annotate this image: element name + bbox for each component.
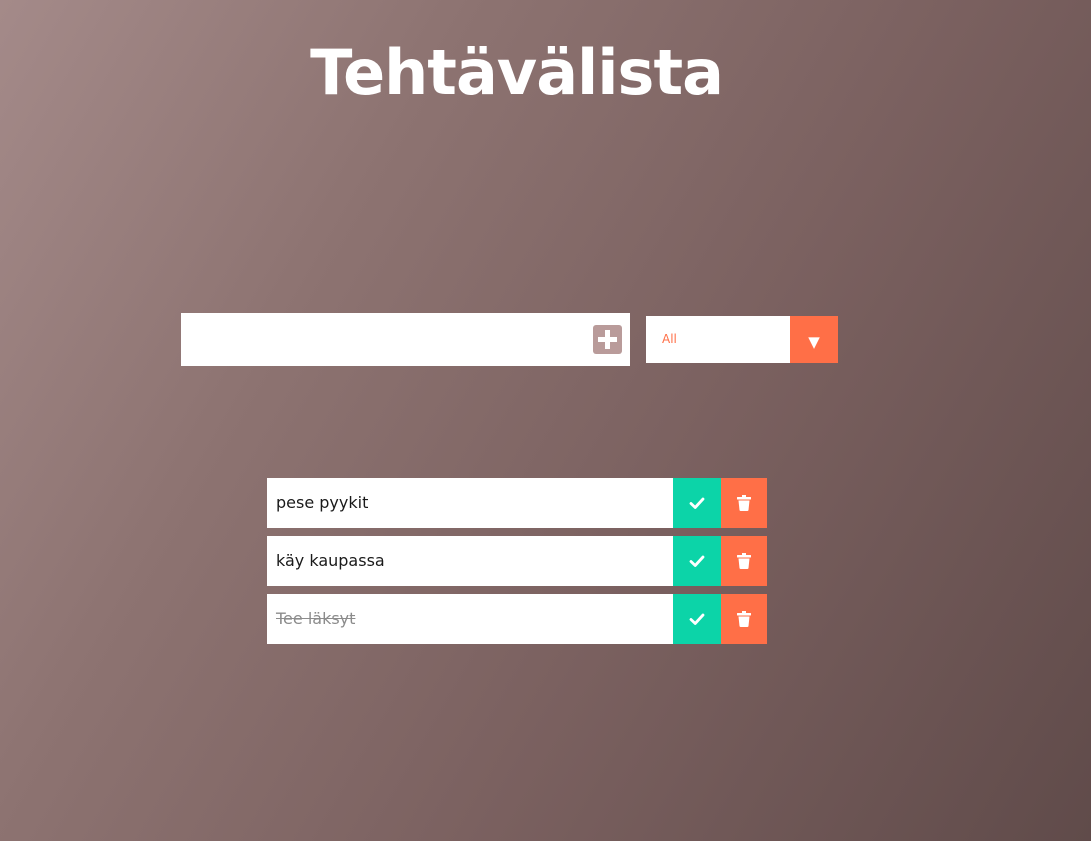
complete-button[interactable]	[673, 594, 721, 644]
add-todo-button[interactable]	[593, 325, 622, 354]
trash-icon	[737, 553, 751, 569]
filter-select[interactable]: All ▼	[646, 316, 838, 363]
todo-text: Tee läksyt	[276, 609, 356, 628]
filter-dropdown-button[interactable]: ▼	[790, 316, 838, 363]
todo-text: käy kaupassa	[276, 551, 385, 570]
trash-icon	[737, 495, 751, 511]
triangle-down-icon: ▼	[808, 333, 820, 351]
complete-button[interactable]	[673, 536, 721, 586]
todo-text: pese pyykit	[276, 493, 369, 512]
trash-icon	[737, 611, 751, 627]
plus-square-icon	[593, 325, 622, 354]
delete-button[interactable]	[721, 478, 767, 528]
add-todo-form	[181, 313, 630, 366]
check-icon	[689, 613, 705, 625]
delete-button[interactable]	[721, 536, 767, 586]
check-icon	[689, 555, 705, 567]
todo-input[interactable]	[181, 313, 581, 366]
check-icon	[689, 497, 705, 509]
todo-list: pese pyykit käy kaupassa Tee läksyt	[267, 478, 767, 652]
page-title: Tehtävälista	[310, 36, 724, 109]
todo-item: käy kaupassa	[267, 536, 767, 586]
delete-button[interactable]	[721, 594, 767, 644]
complete-button[interactable]	[673, 478, 721, 528]
filter-selected-value: All	[662, 332, 677, 346]
todo-item-completed: Tee läksyt	[267, 594, 767, 644]
todo-item: pese pyykit	[267, 478, 767, 528]
